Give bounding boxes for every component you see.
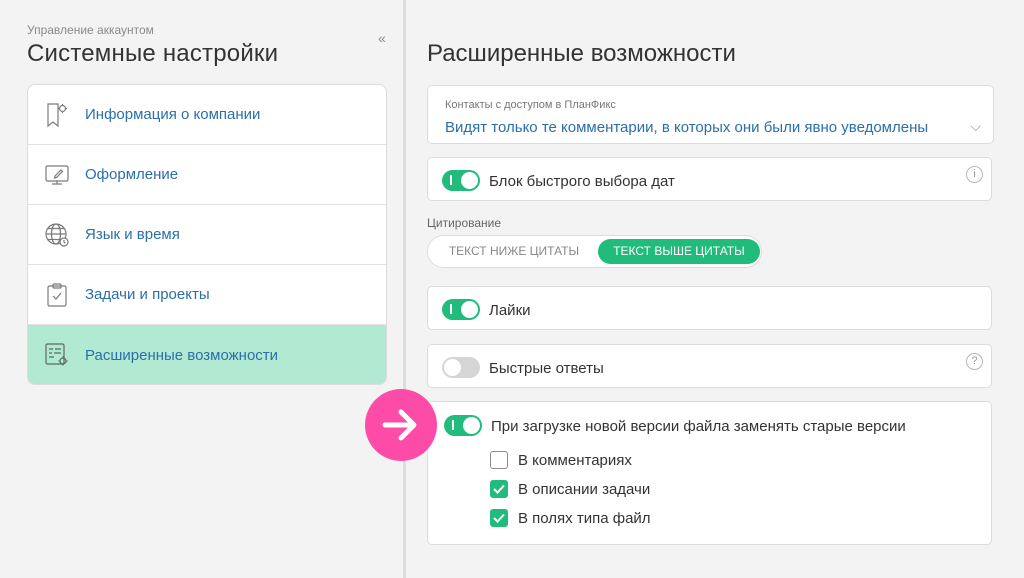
- file-versions-label: При загрузке новой версии файла заменять…: [491, 418, 906, 435]
- toggle-on-mark: [452, 420, 454, 430]
- citation-caption: Цитирование: [427, 216, 502, 230]
- quick-dates-toggle[interactable]: [442, 170, 480, 191]
- menu-item-label: Оформление: [85, 166, 179, 183]
- quick-replies-label: Быстрые ответы: [489, 360, 604, 377]
- checkbox-checked[interactable]: [490, 509, 508, 527]
- quick-replies-setting: Быстрые ответы ?: [427, 344, 992, 388]
- checkbox-label: В описании задачи: [518, 480, 651, 498]
- quick-replies-toggle[interactable]: [442, 357, 480, 378]
- menu-item-label: Расширенные возможности: [85, 346, 279, 364]
- likes-toggle[interactable]: [442, 299, 480, 320]
- option-in-comments[interactable]: В комментариях: [490, 451, 632, 469]
- quick-dates-setting: Блок быстрого выбора дат i: [427, 157, 992, 201]
- advanced-settings-panel: Расширенные возможности Контакты с досту…: [406, 0, 1024, 578]
- breadcrumb[interactable]: Управление аккаунтом: [27, 23, 154, 37]
- menu-item-advanced[interactable]: Расширенные возможности: [28, 325, 386, 384]
- appearance-icon: [44, 162, 70, 188]
- checkmark-icon: [493, 513, 505, 523]
- settings-menu: Информация о компании Оформление Язык и …: [27, 84, 387, 385]
- citation-segmented-control: Текст ниже цитаты Текст выше цитаты: [427, 235, 762, 268]
- citation-option-text-below[interactable]: Текст ниже цитаты: [434, 239, 594, 264]
- menu-item-company-info[interactable]: Информация о компании: [28, 85, 386, 145]
- file-versions-toggle[interactable]: [444, 415, 482, 436]
- clipboard-check-icon: [44, 282, 70, 308]
- help-icon[interactable]: ?: [966, 353, 983, 370]
- menu-item-appearance[interactable]: Оформление: [28, 145, 386, 205]
- checkbox-label: В полях типа файл: [518, 509, 651, 527]
- select-value: Видят только те комментарии, в которых о…: [445, 119, 929, 136]
- menu-item-label: Задачи и проекты: [85, 286, 210, 303]
- option-in-task-description[interactable]: В описании задачи: [490, 480, 650, 498]
- advanced-settings-icon: [44, 342, 70, 368]
- page-title: Системные настройки: [27, 40, 279, 67]
- menu-item-tasks-projects[interactable]: Задачи и проекты: [28, 265, 386, 325]
- option-in-file-fields[interactable]: В полях типа файл: [490, 509, 651, 527]
- quick-dates-label: Блок быстрого выбора дат: [489, 173, 675, 190]
- info-icon[interactable]: i: [966, 166, 983, 183]
- globe-icon: [44, 222, 70, 248]
- toggle-on-mark: [450, 304, 452, 314]
- contacts-access-select[interactable]: Контакты с доступом в ПланФикс Видят тол…: [427, 85, 994, 144]
- select-caption: Контакты с доступом в ПланФикс: [445, 99, 616, 111]
- checkmark-icon: [493, 484, 505, 494]
- menu-item-language-time[interactable]: Язык и время: [28, 205, 386, 265]
- arrow-right-icon: [365, 389, 437, 461]
- likes-setting: Лайки: [427, 286, 992, 330]
- checkbox-label: В комментариях: [518, 451, 632, 469]
- toggle-on-mark: [450, 175, 452, 185]
- company-info-icon: [44, 102, 70, 128]
- checkbox-unchecked[interactable]: [490, 451, 508, 469]
- collapse-sidebar-icon[interactable]: «: [378, 30, 386, 46]
- chevron-down-icon: ⌵: [970, 118, 981, 134]
- citation-option-text-above[interactable]: Текст выше цитаты: [598, 239, 760, 264]
- file-versions-setting: При загрузке новой версии файла заменять…: [427, 401, 992, 545]
- section-title: Расширенные возможности: [427, 40, 736, 67]
- checkbox-checked[interactable]: [490, 480, 508, 498]
- menu-item-label: Язык и время: [85, 226, 180, 243]
- likes-label: Лайки: [489, 302, 531, 319]
- settings-sidebar: Управление аккаунтом « Системные настрой…: [0, 0, 403, 578]
- menu-item-label: Информация о компании: [85, 106, 261, 123]
